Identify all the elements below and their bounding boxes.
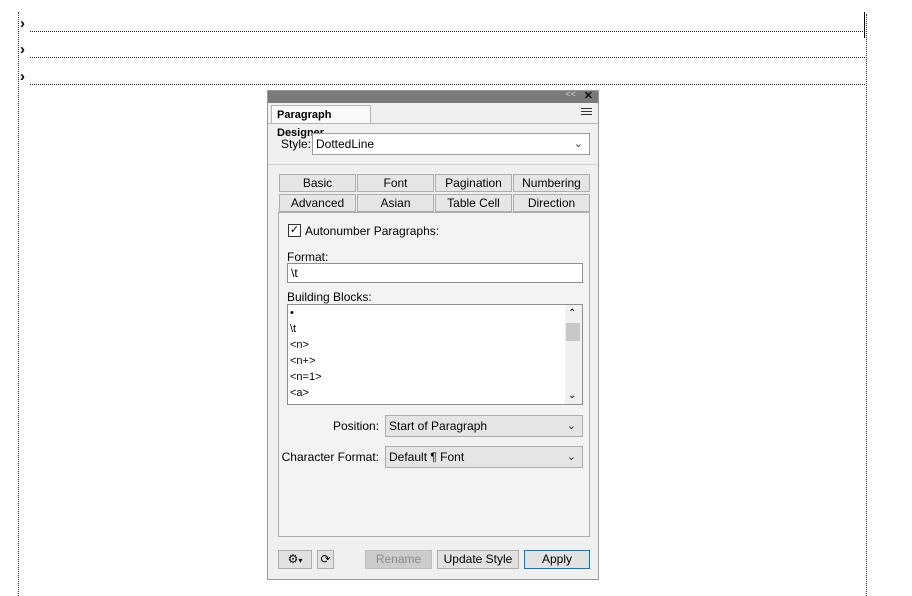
scrollbar-thumb[interactable] (566, 323, 580, 341)
paragraph-designer-panel: << ✕ Paragraph Designer Style: DottedLin… (267, 89, 599, 580)
left-margin-guide (18, 12, 19, 596)
dotted-line-paragraph[interactable]: › (20, 41, 865, 58)
gear-icon: ⚙ (287, 552, 299, 566)
dotted-line-paragraph[interactable]: › (20, 68, 865, 85)
panel-titlebar[interactable]: << ✕ (268, 89, 598, 103)
apply-button[interactable]: Apply (524, 550, 590, 569)
style-value: DottedLine (316, 137, 375, 151)
scrollbar[interactable]: ⌃ ⌄ (565, 305, 582, 404)
tab-numbering[interactable]: Numbering (513, 174, 590, 192)
list-item[interactable]: <a> (288, 385, 582, 401)
refresh-button[interactable]: ⟳ (317, 550, 334, 569)
divider (268, 164, 598, 165)
update-style-button[interactable]: Update Style (437, 550, 519, 569)
building-blocks-label: Building Blocks: (287, 290, 372, 304)
character-format-dropdown[interactable]: Default ¶ Font ⌄ (385, 446, 583, 468)
panel-title-tab[interactable]: Paragraph Designer (271, 105, 371, 139)
position-dropdown[interactable]: Start of Paragraph ⌄ (385, 415, 583, 437)
format-input[interactable]: \t (287, 263, 583, 283)
menu-icon[interactable] (581, 108, 592, 117)
numbering-tab-content: ✓ Autonumber Paragraphs: Format: \t Buil… (278, 212, 590, 537)
tab-table-cell[interactable]: Table Cell (435, 194, 512, 212)
character-format-label: Character Format: (281, 450, 379, 464)
list-item[interactable]: <n=1> (288, 369, 582, 385)
right-margin-guide (866, 14, 867, 596)
collapse-icon[interactable]: << (565, 89, 576, 99)
tab-marker: › (20, 15, 25, 32)
style-label: Style: (281, 137, 312, 151)
settings-button[interactable]: ⚙▾ (278, 550, 312, 569)
tab-marker: › (20, 68, 25, 85)
chevron-down-icon: ⌄ (566, 420, 576, 432)
style-dropdown[interactable]: DottedLine ⌄ (312, 133, 590, 155)
refresh-icon: ⟳ (320, 552, 331, 566)
chevron-up-icon[interactable]: ⌃ (568, 308, 576, 319)
tab-asian[interactable]: Asian (357, 194, 434, 212)
format-label: Format: (287, 250, 329, 264)
chevron-down-icon: ⌄ (566, 451, 576, 463)
list-item[interactable]: \t (288, 321, 582, 337)
rename-button[interactable]: Rename (365, 550, 432, 569)
list-item[interactable]: • (288, 305, 582, 321)
tab-advanced[interactable]: Advanced (279, 194, 356, 212)
panel-tab-row: Paragraph Designer (268, 103, 598, 139)
list-item[interactable]: <n+> (288, 353, 582, 369)
character-format-value: Default ¶ Font (389, 450, 465, 464)
chevron-down-icon: ⌄ (573, 138, 583, 150)
autonumber-label: Autonumber Paragraphs: (305, 224, 440, 238)
tab-marker: › (20, 41, 25, 58)
position-value: Start of Paragraph (389, 419, 488, 433)
tab-direction[interactable]: Direction (513, 194, 590, 212)
list-item[interactable]: <n> (288, 337, 582, 353)
chevron-down-icon[interactable]: ⌄ (568, 390, 576, 401)
dotted-line-paragraph[interactable]: › (20, 15, 865, 32)
building-blocks-list[interactable]: • \t <n> <n+> <n=1> <a> ⌃ ⌄ (287, 304, 583, 405)
close-icon[interactable]: ✕ (584, 89, 593, 102)
tab-basic[interactable]: Basic (279, 174, 356, 192)
chevron-down-icon: ▾ (298, 556, 303, 565)
position-label: Position: (332, 419, 379, 433)
autonumber-checkbox[interactable]: ✓ (288, 224, 301, 237)
tab-font[interactable]: Font (357, 174, 434, 192)
tab-pagination[interactable]: Pagination (435, 174, 512, 192)
